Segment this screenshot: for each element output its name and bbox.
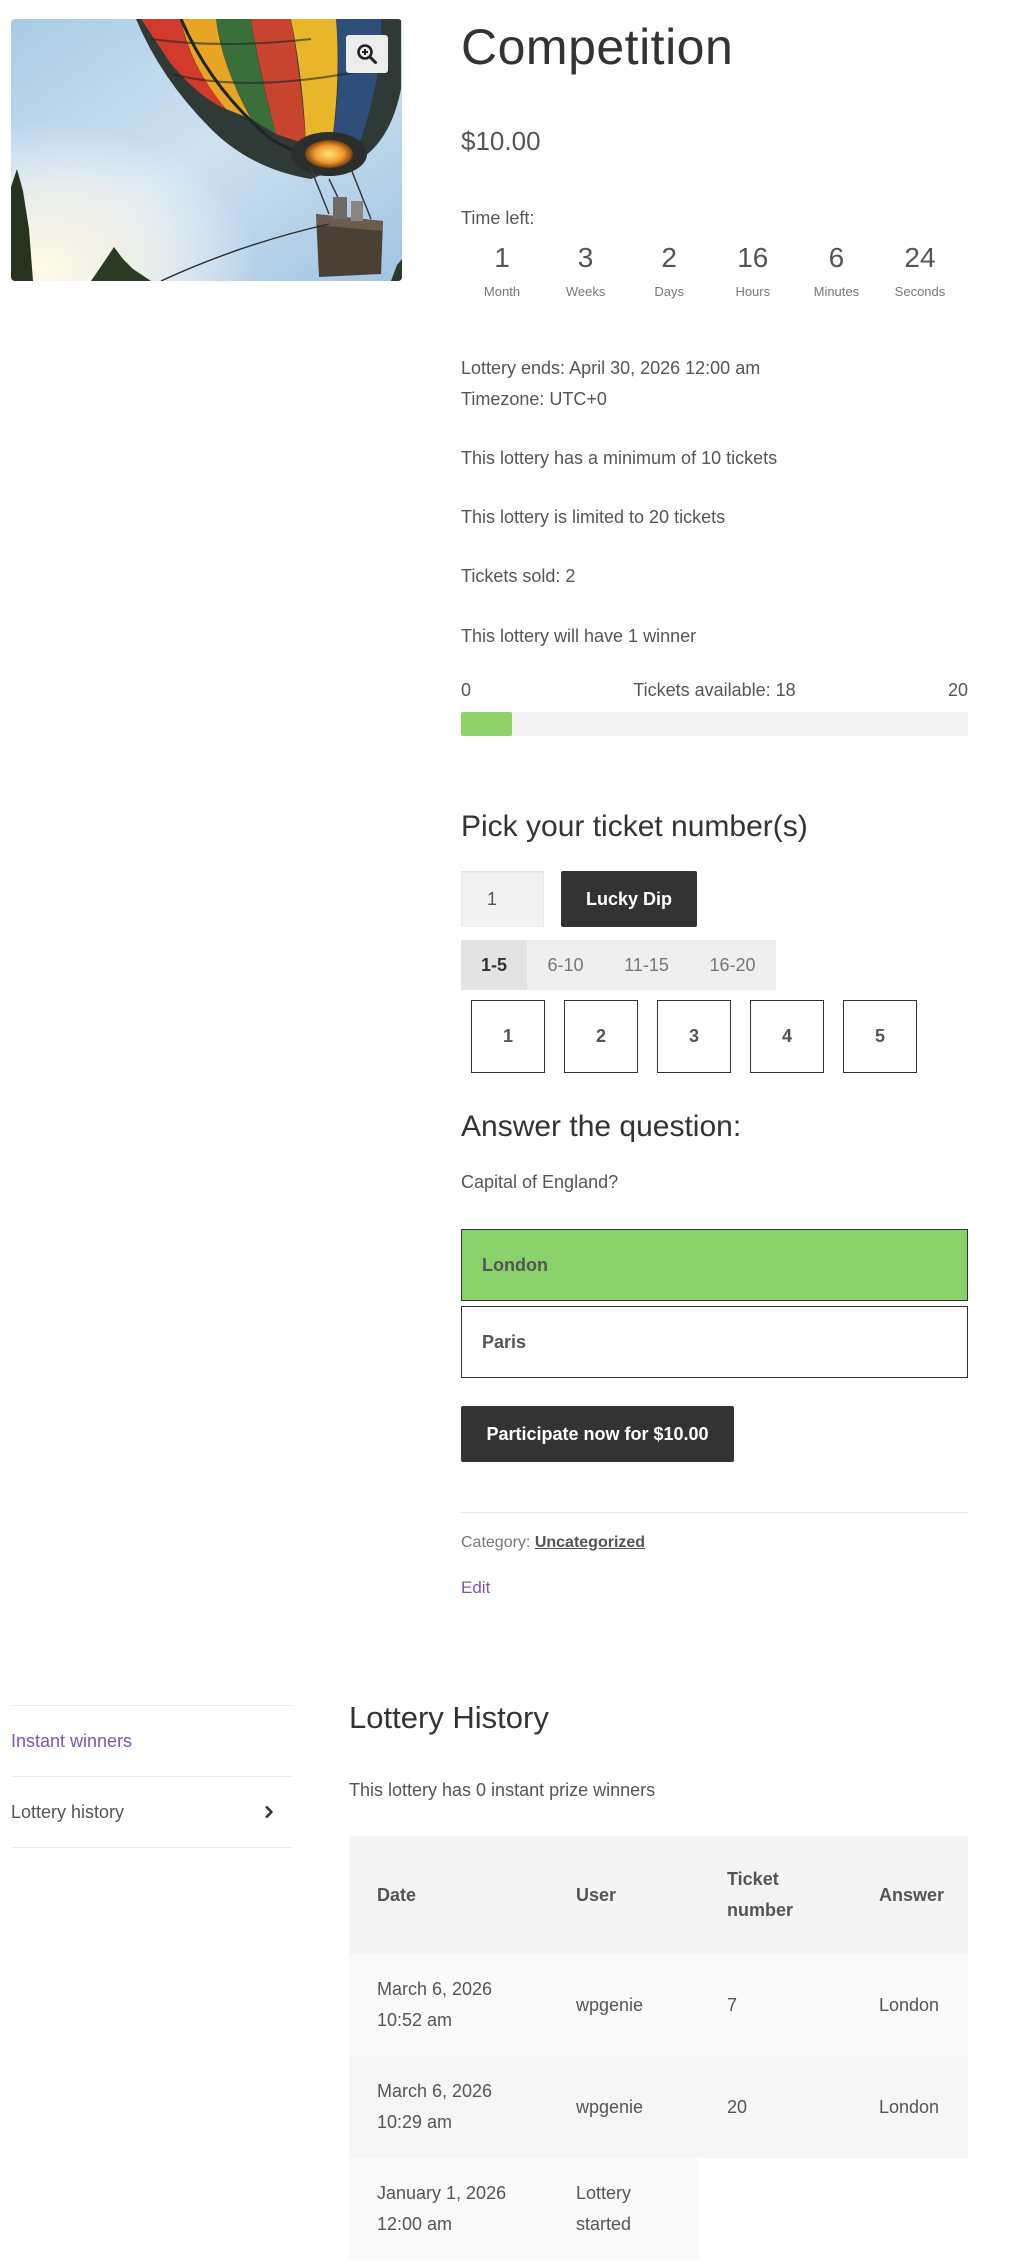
- hot-air-balloon-photo: [11, 19, 402, 281]
- edit-link[interactable]: Edit: [461, 1578, 490, 1598]
- countdown-minutes: 6 Minutes: [795, 242, 877, 299]
- tab-label: Lottery history: [11, 1801, 125, 1822]
- divider: [11, 1847, 292, 1848]
- countdown-value: 6: [828, 242, 845, 273]
- product-category: Category: Uncategorized: [461, 1534, 645, 1552]
- cell-date: March 6, 2026 10:52 am: [349, 1954, 548, 2056]
- lottery-ends-text: Lottery ends: April 30, 2026 12:00 am: [461, 358, 761, 378]
- cell-answer: London: [879, 2096, 940, 2117]
- cell-answer: [851, 2158, 968, 2260]
- countdown-unit: Minutes: [813, 284, 860, 299]
- cell-date: March 6, 2026 10:29 am: [349, 2056, 548, 2158]
- cell-date-text: March 6, 2026 10:29 am: [377, 2081, 493, 2132]
- answer-option-london[interactable]: London: [461, 1229, 968, 1301]
- countdown-value: 16: [737, 242, 769, 273]
- table-row: January 1, 2026 12:00 am Lottery started: [349, 2158, 968, 2260]
- table-row: March 6, 2026 10:52 am wpgenie 7 London: [349, 1954, 968, 2056]
- cell-date-text: January 1, 2026 12:00 am: [377, 2183, 507, 2234]
- category-label: Category:: [461, 1534, 531, 1551]
- answer-option-paris[interactable]: Paris: [461, 1306, 968, 1378]
- countdown-value: 3: [577, 242, 594, 273]
- countdown-hours: 16 Hours: [712, 242, 794, 299]
- countdown-unit: Days: [654, 284, 684, 299]
- cell-date: January 1, 2026 12:00 am: [349, 2158, 548, 2260]
- quantity-input[interactable]: [461, 871, 544, 927]
- lottery-history-title: Lottery History: [349, 1700, 549, 1735]
- ticket-number-button[interactable]: 3: [657, 1000, 731, 1073]
- category-link[interactable]: Uncategorized: [535, 1534, 645, 1551]
- tab-lottery-history[interactable]: Lottery history: [11, 1777, 292, 1847]
- countdown-unit: Month: [483, 284, 521, 299]
- countdown-month: 1 Month: [461, 242, 543, 299]
- timezone-text: Timezone: UTC+0: [461, 389, 607, 409]
- countdown-unit: Hours: [735, 284, 771, 299]
- instant-winners-note: This lottery has 0 instant prize winners: [349, 1780, 656, 1800]
- divider: [461, 1512, 968, 1513]
- tickets-available-label: Tickets available: 18: [633, 680, 796, 700]
- ticket-number-button[interactable]: 5: [843, 1000, 917, 1073]
- cell-ticket: 7: [727, 1994, 738, 2015]
- cell-user: Lottery started: [548, 2158, 699, 2260]
- tab-range-11-15[interactable]: 11-15: [604, 940, 689, 990]
- countdown-days: 2 Days: [628, 242, 710, 299]
- ticket-range-tabs: 1-5 6-10 11-15 16-20: [461, 940, 776, 990]
- ticket-number-button[interactable]: 2: [564, 1000, 638, 1073]
- tab-range-1-5[interactable]: 1-5: [461, 940, 527, 990]
- zoom-in-icon: [357, 44, 377, 64]
- countdown-timer: 1 Month 3 Weeks 2 Days 16 Hours 6 Minute…: [461, 242, 961, 299]
- cell-ticket: 20: [727, 2096, 748, 2117]
- time-left-label: Time left:: [461, 208, 535, 228]
- countdown-value: 24: [904, 242, 936, 273]
- ticket-number-button[interactable]: 4: [750, 1000, 824, 1073]
- product-price: $10.00: [461, 126, 541, 156]
- pick-tickets-heading: Pick your ticket number(s): [461, 810, 808, 843]
- lottery-history-table: Date User Ticket number Answer March 6, …: [349, 1836, 968, 2260]
- minimum-tickets-text: This lottery has a minimum of 10 tickets: [461, 448, 778, 468]
- ticket-limit-text: This lottery is limited to 20 tickets: [461, 507, 726, 527]
- product-title: Competition: [461, 19, 734, 75]
- winners-count-text: This lottery will have 1 winner: [461, 626, 697, 646]
- progress-max-label: 20: [947, 680, 968, 700]
- table-row: March 6, 2026 10:29 am wpgenie 20 London: [349, 2056, 968, 2158]
- progress-bar-fill: [461, 712, 512, 736]
- tab-range-16-20[interactable]: 16-20: [689, 940, 776, 990]
- ticket-number-grid: 1 2 3 4 5: [471, 1000, 917, 1073]
- tickets-progress-bar: [461, 712, 968, 736]
- cell-user-text: Lottery started: [576, 2183, 632, 2234]
- countdown-unit: Seconds: [894, 284, 946, 299]
- cell-answer: London: [879, 1994, 940, 2015]
- cell-user: wpgenie: [576, 1994, 644, 2015]
- column-header-ticket-label: Ticket number: [727, 1869, 794, 1920]
- tab-instant-winners[interactable]: Instant winners: [11, 1706, 292, 1776]
- participate-button[interactable]: Participate now for $10.00: [461, 1406, 734, 1462]
- cell-date-text: March 6, 2026 10:52 am: [377, 1979, 493, 2030]
- cell-ticket: [699, 2158, 851, 2260]
- lucky-dip-button[interactable]: Lucky Dip: [561, 871, 697, 927]
- cell-user: wpgenie: [576, 2096, 644, 2117]
- product-tabs-nav: Instant winners Lottery history: [11, 1705, 292, 1848]
- table-header-row: Date User Ticket number Answer: [349, 1836, 968, 1954]
- column-header-user: User: [548, 1836, 699, 1954]
- countdown-unit: Weeks: [565, 284, 606, 299]
- column-header-ticket: Ticket number: [699, 1836, 851, 1954]
- chevron-right-icon: [265, 1805, 273, 1819]
- tab-range-6-10[interactable]: 6-10: [527, 940, 604, 990]
- answer-question-heading: Answer the question:: [461, 1110, 742, 1143]
- column-header-date: Date: [349, 1836, 548, 1954]
- countdown-value: 1: [494, 242, 510, 273]
- tab-label: Instant winners: [11, 1730, 133, 1751]
- countdown-seconds: 24 Seconds: [879, 242, 961, 299]
- question-text: Capital of England?: [461, 1172, 619, 1192]
- zoom-button[interactable]: [346, 35, 388, 73]
- ticket-number-button[interactable]: 1: [471, 1000, 545, 1073]
- column-header-answer: Answer: [851, 1836, 968, 1954]
- countdown-value: 2: [661, 242, 677, 273]
- countdown-weeks: 3 Weeks: [545, 242, 627, 299]
- tickets-sold-text: Tickets sold: 2: [461, 566, 576, 586]
- product-image[interactable]: [11, 19, 402, 281]
